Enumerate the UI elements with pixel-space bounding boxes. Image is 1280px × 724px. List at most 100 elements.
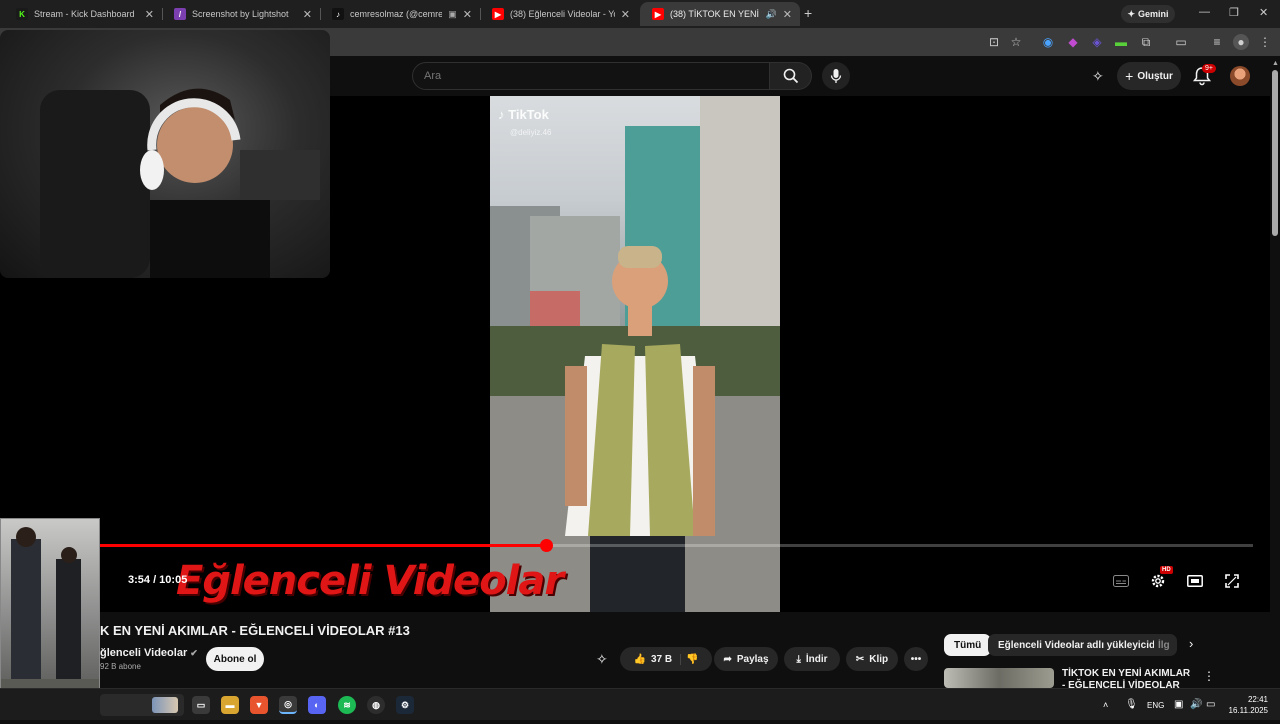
tiktok-icon: ♪ bbox=[332, 8, 344, 20]
download-button[interactable]: ⤓ İndir bbox=[784, 647, 840, 671]
profile-avatar-icon[interactable]: ● bbox=[1233, 34, 1249, 50]
account-avatar[interactable] bbox=[1230, 66, 1250, 86]
search-icon bbox=[783, 68, 798, 84]
media-controls-icon[interactable]: ≡ bbox=[1209, 34, 1225, 50]
chrome-browser-icon[interactable]: ◎ bbox=[279, 696, 297, 714]
extensions-puzzle-icon[interactable]: ⧉ bbox=[1138, 34, 1154, 50]
dislike-button[interactable]: 👎 bbox=[686, 654, 698, 665]
clip-button[interactable]: ✂ Klip bbox=[846, 647, 898, 671]
clock[interactable]: 22:41 16.11.2025 bbox=[1226, 694, 1268, 716]
file-explorer-icon[interactable]: ▬ bbox=[221, 696, 239, 714]
close-window-icon[interactable]: ✕ bbox=[1259, 6, 1268, 19]
subscribe-button[interactable]: Abone ol bbox=[206, 647, 264, 671]
tab-lightshot[interactable]: / Screenshot by Lightshot ✕ bbox=[162, 2, 320, 26]
close-tab-icon[interactable]: ✕ bbox=[303, 8, 312, 21]
microphone-icon bbox=[830, 69, 842, 83]
recommended-thumbnail[interactable] bbox=[944, 668, 1054, 688]
subtitles-icon bbox=[1113, 575, 1129, 587]
steam-icon[interactable]: ⚙ bbox=[396, 696, 414, 714]
subscriber-count: 92 B abone bbox=[100, 662, 141, 671]
brave-browser-icon[interactable]: ▼ bbox=[250, 696, 268, 714]
theater-mode-button[interactable] bbox=[1185, 572, 1205, 590]
video-scene bbox=[490, 96, 780, 612]
tiktok-logo: ♪ TikTok bbox=[498, 107, 549, 122]
time-display: 3:54 / 10:05 bbox=[128, 574, 188, 586]
chip-related[interactable]: İlg bbox=[1154, 634, 1176, 656]
chip-all[interactable]: Tümü bbox=[944, 634, 992, 656]
language-indicator[interactable]: ENG bbox=[1147, 701, 1164, 710]
kick-icon: K bbox=[16, 8, 28, 20]
audio-playing-icon[interactable]: 🔊 bbox=[766, 9, 777, 20]
extension-purple-icon[interactable]: ◆ bbox=[1065, 34, 1081, 50]
scroll-up-icon[interactable]: ▲ bbox=[1272, 60, 1279, 67]
recommended-menu-icon[interactable]: ⋮ bbox=[1203, 669, 1215, 683]
search-button[interactable] bbox=[770, 62, 812, 90]
lightshot-icon: / bbox=[174, 8, 186, 20]
browser-menu-icon[interactable]: ⋮ bbox=[1257, 34, 1273, 50]
extension-green-icon[interactable]: ▬ bbox=[1113, 34, 1129, 50]
progress-bar-track[interactable] bbox=[546, 544, 1253, 547]
settings-button[interactable] bbox=[1148, 572, 1168, 590]
youtube-icon: ▶ bbox=[652, 8, 664, 20]
like-button[interactable]: 👍 37 B bbox=[633, 653, 682, 665]
ask-ai-icon[interactable]: ✧ bbox=[596, 651, 608, 668]
youtube-icon: ▶ bbox=[492, 8, 504, 20]
close-tab-icon[interactable]: ✕ bbox=[145, 8, 154, 21]
subtitles-button[interactable] bbox=[1111, 572, 1131, 590]
miniplayer-icon bbox=[1187, 575, 1203, 587]
verified-icon: ✔ bbox=[190, 648, 198, 658]
fullscreen-button[interactable] bbox=[1222, 572, 1242, 590]
extension-audio-icon[interactable]: ◉ bbox=[1040, 34, 1056, 50]
voice-search-button[interactable] bbox=[822, 62, 850, 90]
taskbar-search[interactable] bbox=[100, 694, 184, 716]
new-tab-icon[interactable]: + bbox=[804, 5, 812, 21]
video-frame bbox=[490, 96, 780, 612]
gemini-button[interactable]: ✦ Gemini bbox=[1121, 5, 1175, 23]
install-app-icon[interactable]: ⊡ bbox=[986, 34, 1002, 50]
screen-share-icon: ▣ bbox=[448, 8, 457, 19]
minimize-window-icon[interactable]: — bbox=[1199, 6, 1210, 18]
spotify-icon[interactable]: ≋ bbox=[338, 696, 356, 714]
page-scrollbar-thumb[interactable] bbox=[1272, 70, 1278, 236]
tab-youtube-channel[interactable]: ▶ (38) Eğlenceli Videolar - YouTub ✕ bbox=[480, 2, 638, 26]
search-highlight-image bbox=[152, 697, 178, 713]
browser-tab-strip: K Stream - Kick Dashboard ✕ / Screenshot… bbox=[0, 0, 1280, 28]
close-tab-icon[interactable]: ✕ bbox=[463, 8, 472, 21]
network-icon[interactable]: ▣ bbox=[1174, 699, 1183, 710]
extension-twitch-icon[interactable]: ◈ bbox=[1089, 34, 1105, 50]
share-button[interactable]: ➦ Paylaş bbox=[714, 647, 778, 671]
more-actions-button[interactable]: ••• bbox=[904, 647, 928, 671]
progress-scrubber[interactable] bbox=[540, 539, 553, 552]
thumbs-up-icon: 👍 bbox=[633, 653, 646, 665]
close-tab-icon[interactable]: ✕ bbox=[783, 8, 792, 21]
obs-studio-icon[interactable]: ◍ bbox=[367, 696, 385, 714]
chip-from-uploader[interactable]: Eğlenceli Videolar adlı yükleyiciden bbox=[988, 634, 1177, 656]
volume-icon[interactable]: 🔊 bbox=[1190, 699, 1202, 710]
search-input[interactable] bbox=[412, 62, 770, 90]
task-view-icon[interactable]: ▭ bbox=[192, 696, 210, 714]
bookmark-star-icon[interactable]: ☆ bbox=[1008, 34, 1024, 50]
chips-next-arrow-icon[interactable]: › bbox=[1189, 636, 1193, 651]
tab-youtube-video[interactable]: ▶ (38) TİKTOK EN YENİ AKIML 🔊 ✕ bbox=[640, 2, 800, 26]
ai-spark-icon[interactable]: ✧ bbox=[1092, 68, 1104, 85]
progress-bar-played[interactable] bbox=[100, 544, 546, 547]
tray-microphone-icon[interactable]: 🎙 bbox=[1125, 699, 1138, 710]
restore-window-icon[interactable]: ❐ bbox=[1229, 6, 1239, 19]
thumbs-down-icon: 👎 bbox=[686, 653, 699, 665]
split-view-icon[interactable]: ▭ bbox=[1173, 34, 1189, 50]
windows-taskbar: ▭ ▬ ▼ ◎ ◐ ≋ ◍ ⚙ ˄ 🎙 ENG ▣ 🔊 ▭ 22:41 16.1… bbox=[0, 688, 1280, 720]
tray-overflow-icon[interactable]: ˄ bbox=[1103, 700, 1108, 710]
tab-tiktok[interactable]: ♪ cemresolmaz (@cemresolm ▣ ✕ bbox=[320, 2, 480, 26]
close-tab-icon[interactable]: ✕ bbox=[621, 8, 630, 21]
plus-icon: + bbox=[1125, 68, 1134, 84]
tab-kick-dashboard[interactable]: K Stream - Kick Dashboard ✕ bbox=[4, 2, 162, 26]
channel-name[interactable]: ğlenceli Videolar ✔ bbox=[100, 647, 198, 659]
webcam-overlay bbox=[0, 30, 330, 278]
create-button[interactable]: + Oluştur bbox=[1117, 62, 1181, 90]
battery-icon[interactable]: ▭ bbox=[1206, 699, 1215, 710]
discord-icon[interactable]: ◐ bbox=[308, 696, 326, 714]
channel-watermark: Eğlenceli Videolar bbox=[176, 558, 564, 604]
more-horizontal-icon: ••• bbox=[910, 653, 922, 665]
gemini-spark-icon: ✦ bbox=[1127, 8, 1136, 19]
hd-badge: HD bbox=[1160, 566, 1173, 574]
